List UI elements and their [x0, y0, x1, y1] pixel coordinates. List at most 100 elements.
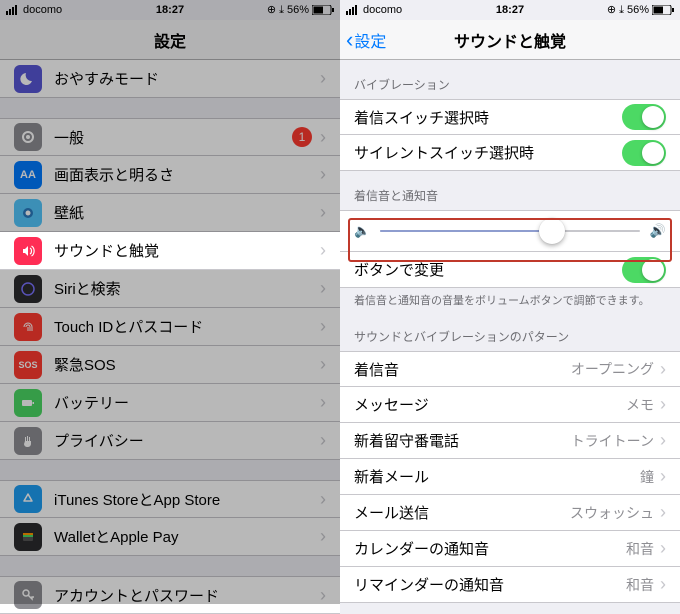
- chevron-right-icon: ›: [320, 68, 326, 89]
- chevron-right-icon: ›: [660, 538, 666, 559]
- cell-calendar[interactable]: カレンダーの通知音 和音 ›: [340, 531, 680, 567]
- chevron-right-icon: ›: [320, 392, 326, 413]
- cell-privacy[interactable]: プライバシー ›: [0, 422, 340, 460]
- cell-label: 着信音: [354, 359, 571, 380]
- volume-low-icon: 🔈: [354, 223, 370, 239]
- cell-label: アカウントとパスワード: [54, 585, 320, 606]
- sos-icon: SOS: [14, 351, 42, 379]
- volume-slider[interactable]: [380, 230, 640, 232]
- toggle-switch[interactable]: [622, 257, 666, 283]
- cell-label: サイレントスイッチ選択時: [354, 142, 622, 163]
- cell-label: 一般: [54, 127, 292, 148]
- sounds-list: バイブレーション 着信スイッチ選択時 サイレントスイッチ選択時 着信音と通知音 …: [340, 60, 680, 603]
- cell-label: 新着メール: [354, 466, 640, 487]
- volume-high-icon: 🔊: [650, 223, 666, 239]
- cell-label: カレンダーの通知音: [354, 538, 626, 559]
- cell-accounts[interactable]: アカウントとパスワード ›: [0, 576, 340, 614]
- gear-icon: [14, 123, 42, 151]
- slider-thumb[interactable]: [539, 218, 565, 244]
- wallet-icon: [14, 523, 42, 551]
- cell-label: WalletとApple Pay: [54, 526, 320, 547]
- cell-ring-switch[interactable]: 着信スイッチ選択時: [340, 99, 680, 135]
- cell-label: Siriと検索: [54, 278, 320, 299]
- carrier-label: docomo: [23, 4, 62, 16]
- siri-icon: [14, 275, 42, 303]
- cell-display[interactable]: AA 画面表示と明るさ ›: [0, 156, 340, 194]
- cell-detail: メモ: [626, 395, 654, 415]
- appstore-icon: [14, 485, 42, 513]
- chevron-right-icon: ›: [320, 430, 326, 451]
- section-header-patterns: サウンドとバイブレーションのパターン: [340, 312, 680, 351]
- cell-sos[interactable]: SOS 緊急SOS ›: [0, 346, 340, 384]
- fingerprint-icon: [14, 313, 42, 341]
- chevron-right-icon: ›: [660, 359, 666, 380]
- chevron-right-icon: ›: [320, 164, 326, 185]
- cell-siri[interactable]: Siriと検索 ›: [0, 270, 340, 308]
- key-icon: [14, 581, 42, 609]
- chevron-right-icon: ›: [320, 240, 326, 261]
- nav-bar: ‹ 設定 サウンドと触覚: [340, 20, 680, 60]
- cell-sound[interactable]: サウンドと触覚 ›: [0, 232, 340, 270]
- cell-label: リマインダーの通知音: [354, 574, 626, 595]
- battery-label: 56%: [287, 4, 309, 16]
- section-footer: 着信音と通知音の音量をボリュームボタンで調節できます。: [340, 288, 680, 312]
- cell-voicemail[interactable]: 新着留守番電話 トライトーン ›: [340, 423, 680, 459]
- chevron-right-icon: ›: [660, 502, 666, 523]
- cell-label: iTunes StoreとApp Store: [54, 489, 320, 510]
- chevron-right-icon: ›: [660, 394, 666, 415]
- cell-label: ボタンで変更: [354, 259, 622, 280]
- cell-label: Touch IDとパスコード: [54, 316, 320, 337]
- chevron-left-icon: ‹: [346, 29, 353, 51]
- cell-detail: 和音: [626, 539, 654, 559]
- notification-badge: 1: [292, 127, 312, 147]
- status-bar: docomo 18:27 ⊕ ⤓ 56%: [0, 0, 340, 20]
- cell-wallpaper[interactable]: 壁紙 ›: [0, 194, 340, 232]
- cell-label: 新着留守番電話: [354, 430, 571, 451]
- nav-bar: 設定: [0, 20, 340, 60]
- battery-label: 56%: [627, 4, 649, 16]
- chevron-right-icon: ›: [320, 354, 326, 375]
- wallpaper-icon: [14, 199, 42, 227]
- page-title: 設定: [154, 28, 186, 52]
- chevron-right-icon: ›: [660, 466, 666, 487]
- moon-icon: [14, 65, 42, 93]
- cell-detail: 和音: [626, 575, 654, 595]
- chevron-right-icon: ›: [320, 585, 326, 606]
- cell-label: 壁紙: [54, 202, 320, 223]
- page-title: サウンドと触覚: [454, 28, 566, 52]
- cell-reminder[interactable]: リマインダーの通知音 和音 ›: [340, 567, 680, 603]
- section-header-ringer: 着信音と通知音: [340, 171, 680, 210]
- battery-icon: [14, 389, 42, 417]
- toggle-switch[interactable]: [622, 104, 666, 130]
- cell-label: バッテリー: [54, 392, 320, 413]
- cell-battery[interactable]: バッテリー ›: [0, 384, 340, 422]
- cell-label: サウンドと触覚: [54, 240, 320, 261]
- cell-itunes[interactable]: iTunes StoreとApp Store ›: [0, 480, 340, 518]
- cell-dnd[interactable]: おやすみモード ›: [0, 60, 340, 98]
- section-header-vibration: バイブレーション: [340, 60, 680, 99]
- cell-message[interactable]: メッセージ メモ ›: [340, 387, 680, 423]
- cell-label: 緊急SOS: [54, 354, 320, 375]
- toggle-switch[interactable]: [622, 140, 666, 166]
- cell-ringtone[interactable]: 着信音 オープニング ›: [340, 351, 680, 387]
- cell-button-change[interactable]: ボタンで変更: [340, 252, 680, 288]
- cell-detail: 鐘: [640, 467, 654, 487]
- cell-sentmail[interactable]: メール送信 スウォッシュ ›: [340, 495, 680, 531]
- chevron-right-icon: ›: [660, 430, 666, 451]
- cell-touchid[interactable]: Touch IDとパスコード ›: [0, 308, 340, 346]
- cell-wallet[interactable]: WalletとApple Pay ›: [0, 518, 340, 556]
- chevron-right-icon: ›: [320, 202, 326, 223]
- cell-silent-switch[interactable]: サイレントスイッチ選択時: [340, 135, 680, 171]
- chevron-right-icon: ›: [320, 278, 326, 299]
- cell-label: 画面表示と明るさ: [54, 164, 320, 185]
- carrier-label: docomo: [363, 4, 402, 16]
- volume-slider-cell: 🔈 🔊: [340, 210, 680, 252]
- sounds-screen: docomo 18:27 ⊕ ⤓ 56% ‹ 設定 サウンドと触覚 バイブレーシ…: [340, 0, 680, 604]
- settings-root-screen: docomo 18:27 ⊕ ⤓ 56% 設定 おやすみモード › 一般 1 ›: [0, 0, 340, 604]
- cell-label: おやすみモード: [54, 68, 320, 89]
- cell-general[interactable]: 一般 1 ›: [0, 118, 340, 156]
- back-button[interactable]: ‹ 設定: [346, 28, 386, 52]
- cell-newmail[interactable]: 新着メール 鐘 ›: [340, 459, 680, 495]
- display-icon: AA: [14, 161, 42, 189]
- cell-detail: トライトーン: [571, 431, 654, 451]
